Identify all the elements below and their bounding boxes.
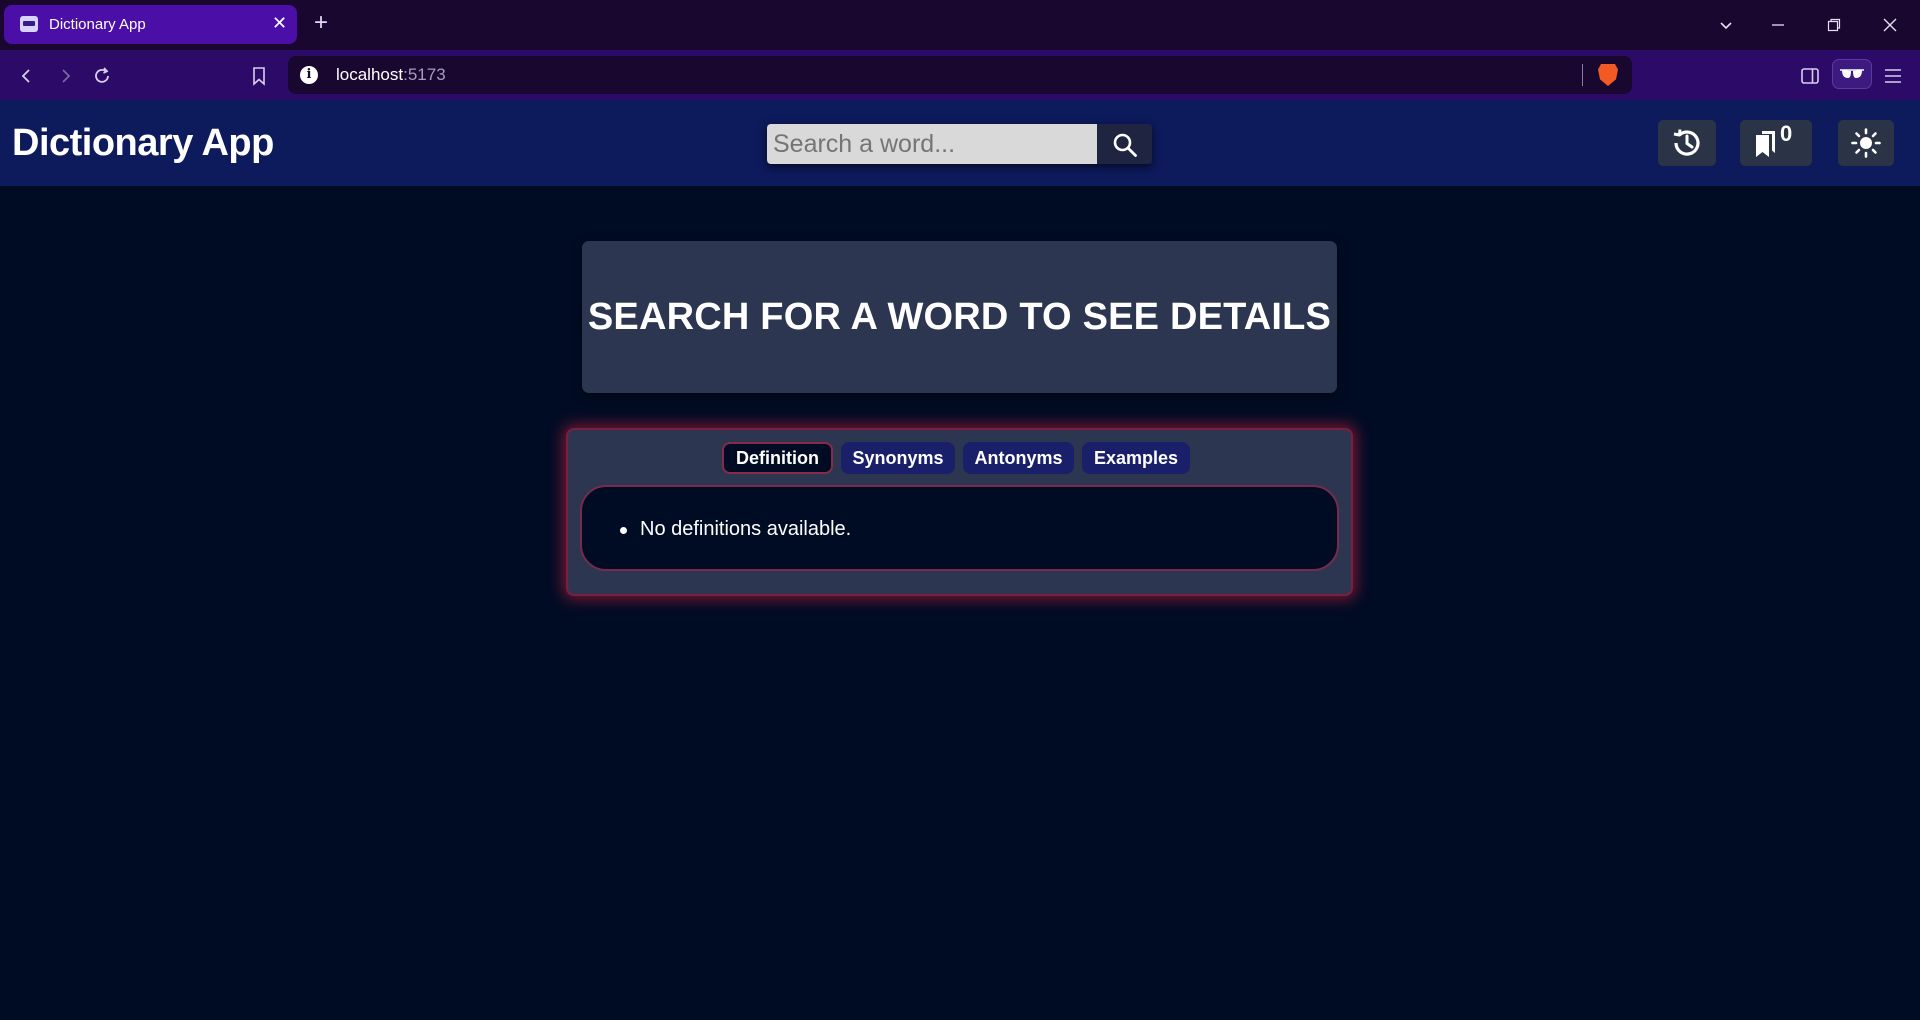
search-input[interactable] [767, 124, 1097, 164]
tab-synonyms[interactable]: Synonyms [841, 442, 955, 474]
back-icon[interactable] [14, 63, 40, 89]
list-bullet [620, 527, 627, 534]
tab-examples[interactable]: Examples [1082, 442, 1190, 474]
word-heading-card: SEARCH FOR A WORD TO SEE DETAILS [582, 241, 1337, 393]
address-divider [1582, 64, 1583, 86]
tab-definition[interactable]: Definition [722, 442, 833, 474]
app-header: Dictionary App 0 [0, 100, 1920, 186]
bookmark-page-icon[interactable] [246, 63, 272, 89]
saved-words-button[interactable]: 0 [1740, 120, 1812, 166]
restore-icon[interactable] [1814, 10, 1854, 40]
search-icon [1113, 133, 1137, 157]
details-panel: Definition Synonyms Antonyms Examples No… [566, 428, 1353, 596]
theme-toggle-button[interactable] [1838, 120, 1894, 166]
menu-icon[interactable] [1880, 63, 1906, 89]
browser-tab[interactable]: Dictionary App ✕ [4, 5, 297, 44]
tab-antonyms[interactable]: Antonyms [963, 442, 1074, 474]
app-title: Dictionary App [12, 122, 274, 164]
list-item: No definitions available. [640, 518, 852, 540]
tab-content: No definitions available. [580, 485, 1339, 571]
browser-toolbar: i localhost:5173 [0, 50, 1920, 100]
app-favicon-icon [20, 16, 38, 32]
history-button[interactable] [1658, 120, 1716, 166]
sidebar-toggle-icon[interactable] [1797, 63, 1823, 89]
reload-icon[interactable] [89, 63, 115, 89]
tab-search-chevron-icon[interactable] [1706, 10, 1746, 40]
address-bar[interactable]: i localhost:5173 [288, 56, 1632, 94]
minimize-icon[interactable] [1758, 10, 1798, 40]
search-bar [767, 124, 1152, 164]
brave-shields-icon[interactable] [1598, 64, 1618, 86]
url-text[interactable]: localhost:5173 [336, 65, 446, 85]
browser-tab-bar: Dictionary App ✕ + [0, 0, 1920, 50]
close-window-icon[interactable] [1870, 10, 1910, 40]
site-info-icon[interactable]: i [300, 66, 318, 84]
reader-mode-icon[interactable] [1832, 59, 1872, 89]
saved-count-badge: 0 [1780, 121, 1793, 146]
close-tab-icon[interactable]: ✕ [272, 13, 287, 33]
new-tab-button[interactable]: + [314, 10, 328, 36]
forward-icon[interactable] [52, 63, 78, 89]
browser-tab-title: Dictionary App [49, 16, 146, 33]
history-icon [1673, 129, 1700, 156]
sun-icon [1851, 128, 1881, 158]
empty-state-heading: SEARCH FOR A WORD TO SEE DETAILS [587, 296, 1332, 338]
search-button[interactable] [1097, 124, 1152, 164]
